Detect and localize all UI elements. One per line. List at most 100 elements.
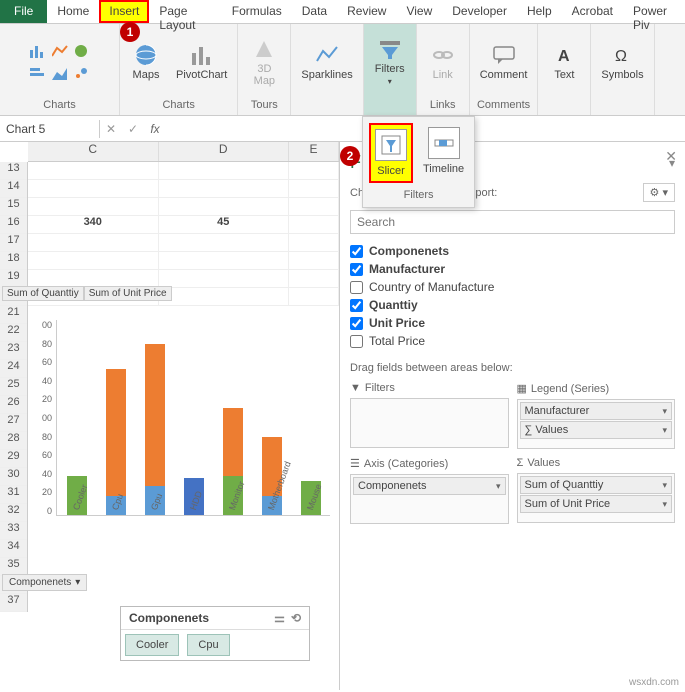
tab-help[interactable]: Help (517, 0, 562, 23)
chart-type-icon[interactable] (50, 63, 70, 83)
chart-type-icon[interactable] (28, 41, 48, 61)
col-header[interactable]: D (159, 142, 290, 161)
row-header[interactable]: 14 (0, 180, 27, 198)
row-header[interactable]: 21 (0, 306, 27, 324)
row-header[interactable]: 31 (0, 486, 27, 504)
zone-legend: ▦Legend (Series) Manufacturer▾∑ Values▾ (517, 382, 676, 449)
row-header[interactable]: 13 (0, 162, 27, 180)
field-item[interactable]: Manufacturer (350, 260, 675, 278)
sum-unitprice-label[interactable]: Sum of Unit Price (84, 286, 172, 301)
chart-type-icon[interactable] (72, 63, 92, 83)
axis-box[interactable]: Componenets▾ (350, 474, 509, 524)
tab-data[interactable]: Data (292, 0, 337, 23)
timeline-button[interactable]: Timeline (419, 123, 468, 183)
field-checkbox[interactable] (350, 317, 363, 330)
close-icon[interactable]: ✕ (665, 148, 677, 165)
tab-file[interactable]: File (0, 0, 47, 23)
tab-power-pivot[interactable]: Power Piv (623, 0, 685, 23)
row-header[interactable]: 22 (0, 324, 27, 342)
pivot-chart[interactable]: 008060402000806040200 CoolerCpuGpuHDDMon… (30, 320, 330, 540)
y-axis: 008060402000806040200 (30, 320, 52, 516)
row-header[interactable]: 29 (0, 450, 27, 468)
comment-button[interactable]: Comment (476, 41, 532, 83)
text-button[interactable]: A Text (544, 41, 584, 83)
row-header[interactable]: 28 (0, 432, 27, 450)
pivotchart-button[interactable]: PivotChart (172, 41, 231, 83)
zone-chip[interactable]: Sum of Unit Price▾ (520, 495, 673, 513)
row-header[interactable]: 26 (0, 396, 27, 414)
zone-chip[interactable]: Manufacturer▾ (520, 402, 673, 420)
tab-formulas[interactable]: Formulas (222, 0, 292, 23)
multiselect-icon[interactable]: ⚌ (274, 611, 285, 625)
fx-icon[interactable]: fx (144, 122, 166, 136)
chart-type-icon[interactable] (28, 63, 48, 83)
worksheet[interactable]: C D E 1314151617181920212223242526272829… (0, 142, 340, 690)
row-header[interactable]: 27 (0, 414, 27, 432)
row-header[interactable]: 23 (0, 342, 27, 360)
sum-quantity-label[interactable]: Sum of Quanttiy (2, 286, 84, 301)
legend-box[interactable]: Manufacturer▾∑ Values▾ (517, 399, 676, 449)
tab-view[interactable]: View (396, 0, 442, 23)
slicer-button[interactable]: Slicer (369, 123, 413, 183)
charts-icon-grid[interactable] (28, 41, 92, 83)
field-item[interactable]: Unit Price (350, 314, 675, 332)
filters-box[interactable] (350, 398, 509, 448)
components-filter-bar[interactable]: Componenets ▾ (2, 574, 87, 591)
cancel-formula-icon[interactable]: ✕ (100, 122, 122, 136)
cell-c16[interactable]: 340 (28, 216, 159, 233)
slicer-panel[interactable]: Componenets ⚌ ⟲ Cooler Cpu (120, 606, 310, 661)
zone-chip[interactable]: Sum of Quanttiy▾ (520, 476, 673, 494)
search-input[interactable] (350, 210, 675, 234)
tab-home[interactable]: Home (47, 0, 99, 23)
row-header[interactable]: 16 (0, 216, 27, 234)
field-item[interactable]: Quanttiy (350, 296, 675, 314)
field-checkbox[interactable] (350, 299, 363, 312)
link-button[interactable]: Link (423, 41, 463, 83)
filters-button[interactable]: Filters ▾ (370, 35, 410, 88)
row-header[interactable]: 37 (0, 594, 27, 612)
row-header[interactable]: 18 (0, 252, 27, 270)
field-item[interactable]: Total Price (350, 332, 675, 350)
field-item[interactable]: Country of Manufacture (350, 278, 675, 296)
tab-review[interactable]: Review (337, 0, 396, 23)
gear-icon[interactable]: ⚙ ▾ (643, 183, 675, 202)
clear-filter-icon[interactable]: ⟲ (291, 611, 301, 625)
row-header[interactable]: 17 (0, 234, 27, 252)
tab-acrobat[interactable]: Acrobat (562, 0, 623, 23)
row-header[interactable]: 24 (0, 360, 27, 378)
field-checkbox[interactable] (350, 281, 363, 294)
values-box[interactable]: Sum of Quanttiy▾Sum of Unit Price▾ (517, 473, 676, 523)
maps-button[interactable]: Maps (126, 41, 166, 83)
zone-chip[interactable]: ∑ Values▾ (520, 421, 673, 439)
row-header[interactable]: 32 (0, 504, 27, 522)
row-header[interactable]: 15 (0, 198, 27, 216)
chart-type-icon[interactable] (72, 41, 92, 61)
slicer-item[interactable]: Cooler (125, 634, 179, 656)
col-header[interactable]: C (28, 142, 159, 161)
components-label: Componenets (9, 577, 71, 588)
name-box[interactable]: Chart 5 (0, 120, 100, 138)
slicer-item[interactable]: Cpu (187, 634, 229, 656)
sparklines-button[interactable]: Sparklines (297, 41, 356, 83)
accept-formula-icon[interactable]: ✓ (122, 122, 144, 136)
col-header[interactable]: E (289, 142, 339, 161)
row-header[interactable]: 30 (0, 468, 27, 486)
field-item[interactable]: Componenets (350, 242, 675, 260)
group-sparklines: Sparklines (291, 24, 363, 115)
tab-insert[interactable]: Insert (99, 0, 149, 23)
chart-type-icon[interactable] (50, 41, 70, 61)
field-checkbox[interactable] (350, 263, 363, 276)
row-header[interactable]: 33 (0, 522, 27, 540)
tab-page-layout[interactable]: Page Layout (149, 0, 221, 23)
field-checkbox[interactable] (350, 245, 363, 258)
symbols-button[interactable]: Ω Symbols (597, 41, 647, 83)
row-header[interactable]: 34 (0, 540, 27, 558)
row-header[interactable]: 25 (0, 378, 27, 396)
text-icon: A (552, 43, 576, 67)
tab-developer[interactable]: Developer (442, 0, 517, 23)
field-checkbox[interactable] (350, 335, 363, 348)
cell-d16[interactable]: 45 (159, 216, 290, 233)
map3d-button[interactable]: 3D Map (244, 35, 284, 89)
zone-chip[interactable]: Componenets▾ (353, 477, 506, 495)
pivotchart-label: PivotChart (176, 69, 227, 81)
